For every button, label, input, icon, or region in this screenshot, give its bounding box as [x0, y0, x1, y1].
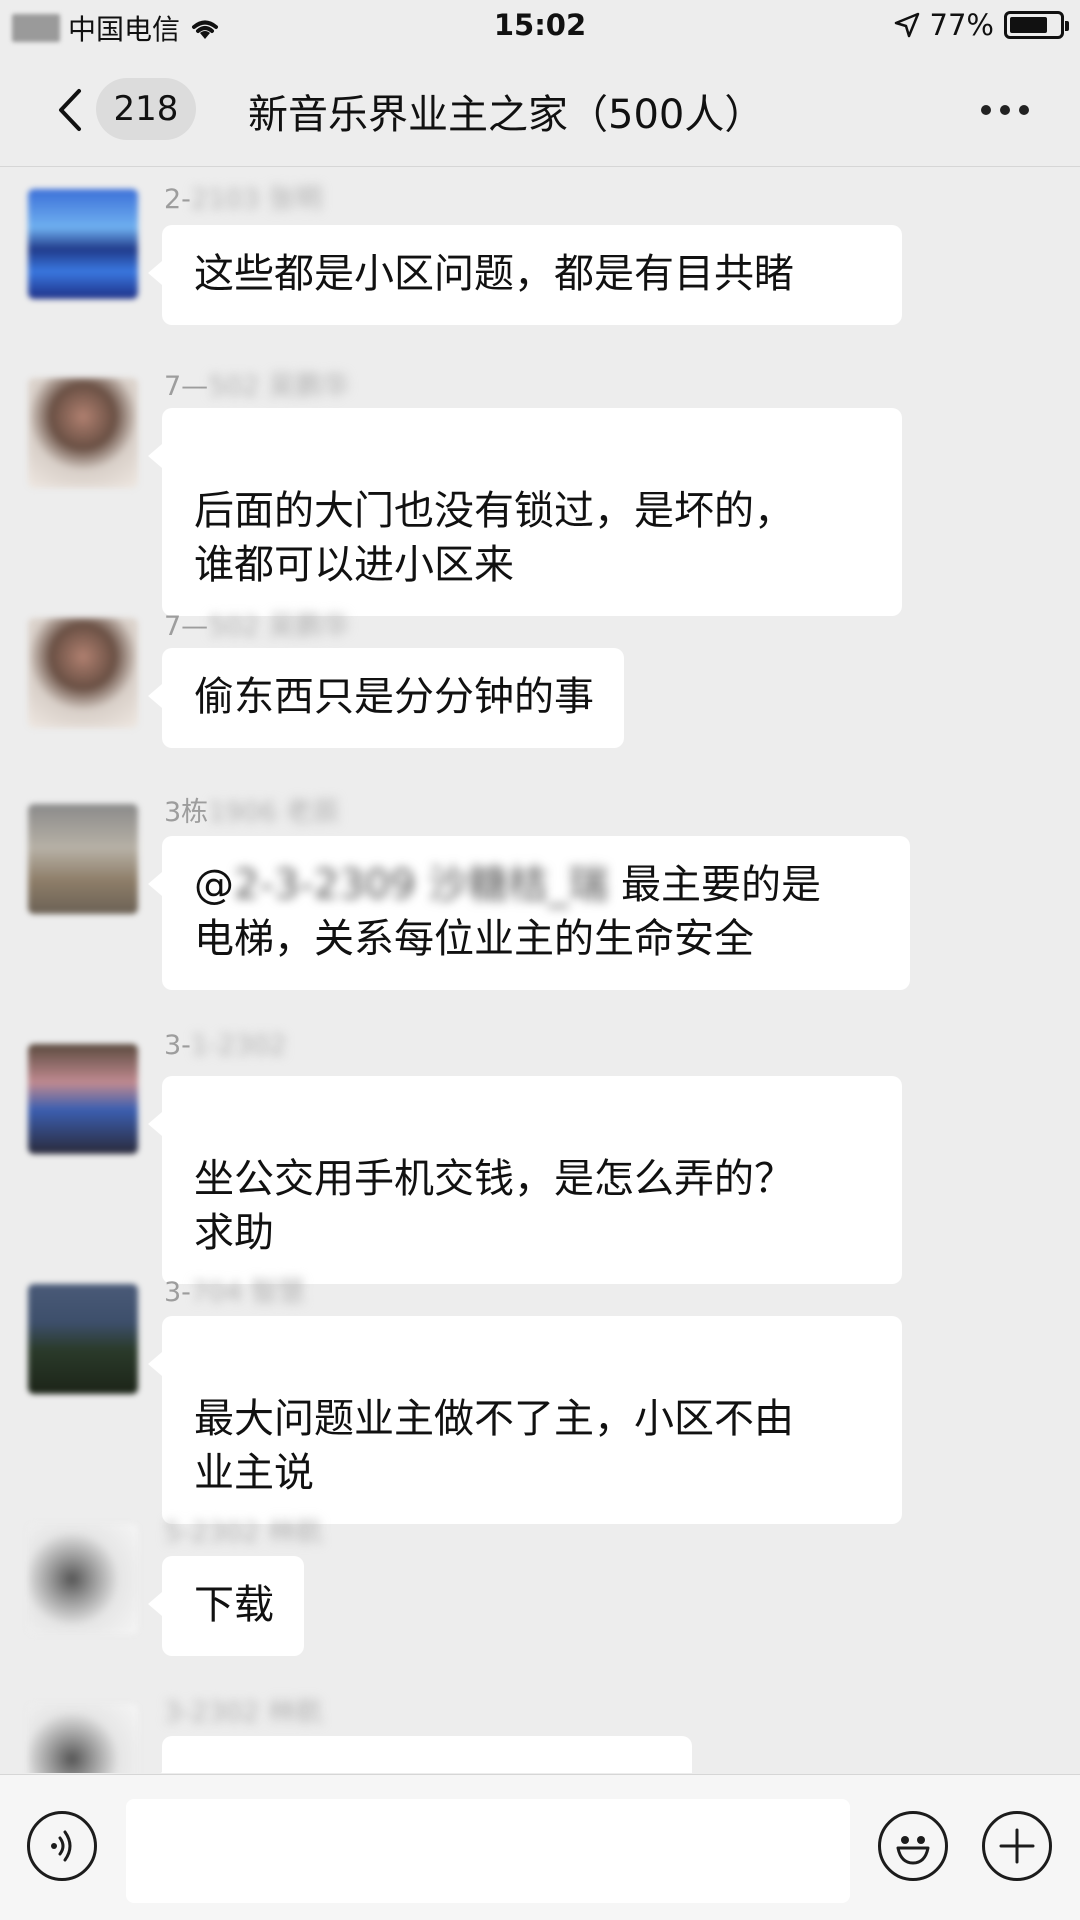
message-input[interactable] [126, 1799, 850, 1903]
unread-count-badge[interactable]: 218 [96, 78, 196, 140]
plus-button[interactable] [982, 1811, 1052, 1881]
message-bubble[interactable]: 这些都是小区问题，都是有目共睹 [148, 225, 902, 325]
emoji-button[interactable] [878, 1811, 948, 1881]
sender-prefix: 2- [164, 184, 191, 215]
sender-name-blurred: 502 吴鹏华 [208, 611, 350, 642]
avatar[interactable] [28, 1044, 138, 1154]
chevron-left-icon [59, 89, 81, 131]
message-list[interactable]: 2-2103 张明 这些都是小区问题，都是有目共睹 7—502 吴鹏华 后面的大… [0, 167, 1080, 1773]
message-item: 3-704 智慧 最大问题业主做不了主，小区不由 业主说 [0, 1270, 1080, 1524]
sender-name-blurred: 704 智慧 [190, 1277, 306, 1308]
sender-prefix: 3栋 [164, 797, 209, 828]
message-item: 7—502 吴鹏华 后面的大门也没有锁过，是坏的， 谁都可以进小区来 [0, 364, 1080, 616]
battery-fill [1010, 17, 1047, 33]
more-dot [1000, 105, 1010, 115]
sender-name: 3-2302 林航 [164, 1690, 322, 1729]
avatar[interactable] [28, 618, 138, 728]
sender-name: 3-1-2302 [164, 1030, 287, 1061]
message-text: 下载 [194, 1582, 274, 1628]
message-text: 偷东西只是分分钟的事 [194, 674, 594, 720]
sender-name-blurred: 5-2302 林航 [164, 1517, 323, 1548]
avatar[interactable] [28, 189, 138, 299]
message-bubble[interactable]: 后面的大门也没有锁过，是坏的， 谁都可以进小区来 [148, 408, 902, 616]
sender-name: 7—502 吴鹏华 [164, 364, 349, 403]
battery-icon [1004, 11, 1069, 39]
sender-name: 3栋1906 老辰 [164, 790, 339, 829]
chat-title: 新音乐界业主之家（500人） [248, 92, 765, 138]
message-item: 5-2302 林航 下载 [0, 1510, 1080, 1690]
message-text: 最大问题业主做不了主，小区不由 业主说 [194, 1396, 794, 1496]
sender-name: 2-2103 张明 [164, 177, 322, 216]
nav-bar: 218 新音乐界业主之家（500人） [0, 54, 1080, 167]
message-bubble[interactable]: 坐公交用手机交钱，是怎么弄的？ 求助 [148, 1076, 902, 1284]
more-button[interactable] [970, 88, 1040, 132]
location-arrow-icon [894, 12, 919, 38]
message-item: 2-2103 张明 这些都是小区问题，都是有目共睹 [0, 167, 1080, 337]
avatar[interactable] [28, 804, 138, 914]
sender-prefix: 3- [164, 1030, 191, 1061]
sender-name-blurred: 2103 张明 [190, 184, 323, 215]
message-item: 3栋1906 老辰 @2-3-2309 沙糖桔_瑞 最主要的是 电梯，关系每位业… [0, 790, 1080, 1030]
voice-icon [51, 1830, 72, 1862]
sender-prefix: 3- [164, 1277, 191, 1308]
status-bar: 中国电信 15:02 77% [0, 0, 1080, 54]
chat-screen: 中国电信 15:02 77% 218 新音乐界业主之家（500人） 2-2103… [0, 0, 1080, 1920]
message-bubble[interactable]: 下载 [148, 1556, 304, 1656]
message-text: 坐公交用手机交钱，是怎么弄的？ 求助 [194, 1156, 794, 1256]
message-text: 后面的大门也没有锁过，是坏的， 谁都可以进小区来 [194, 488, 794, 588]
message-text: 电梯，关系每位业主的生命安全 [194, 916, 754, 962]
sender-name: 5-2302 林航 [164, 1510, 322, 1549]
sender-name-blurred: 3-2302 林航 [164, 1697, 323, 1728]
avatar[interactable] [28, 378, 138, 488]
plus-icon [999, 1828, 1035, 1864]
message-text: 最主要的是 [608, 862, 821, 908]
message-item: 3-2302 林航 [0, 1690, 1080, 1773]
message-bubble[interactable]: 最大问题业主做不了主，小区不由 业主说 [148, 1316, 902, 1524]
message-bubble[interactable]: @2-3-2309 沙糖桔_瑞 最主要的是 电梯，关系每位业主的生命安全 [148, 836, 910, 990]
avatar[interactable] [28, 1704, 138, 1773]
message-text: 这些都是小区问题，都是有目共睹 [194, 251, 794, 297]
avatar[interactable] [28, 1524, 138, 1634]
mention-symbol: @ [194, 862, 234, 908]
sender-name: 7—502 吴鹏华 [164, 604, 349, 643]
mention-name-blurred[interactable]: 2-3-2309 沙糖桔_瑞 [234, 858, 608, 912]
voice-button[interactable] [27, 1811, 97, 1881]
emoji-icon [896, 1836, 930, 1865]
more-dot [981, 105, 991, 115]
message-item: 7—502 吴鹏华 偷东西只是分分钟的事 [0, 604, 1080, 784]
sender-name-blurred: 502 吴鹏华 [208, 371, 350, 402]
battery-percent: 77% [929, 8, 994, 42]
message-bubble[interactable]: 偷东西只是分分钟的事 [148, 648, 624, 748]
input-bar [0, 1774, 1080, 1920]
message-item: 3-1-2302 坐公交用手机交钱，是怎么弄的？ 求助 [0, 1030, 1080, 1284]
sender-name-blurred: 1906 老辰 [208, 797, 340, 828]
status-right: 77% [894, 8, 1069, 42]
avatar[interactable] [28, 1284, 138, 1394]
sender-prefix: 7— [164, 371, 209, 402]
sender-name-blurred: 1-2302 [190, 1030, 287, 1061]
more-dot [1019, 105, 1029, 115]
back-button[interactable] [40, 80, 100, 140]
sender-name: 3-704 智慧 [164, 1270, 305, 1309]
sender-prefix: 7— [164, 611, 209, 642]
message-bubble[interactable] [148, 1736, 692, 1773]
